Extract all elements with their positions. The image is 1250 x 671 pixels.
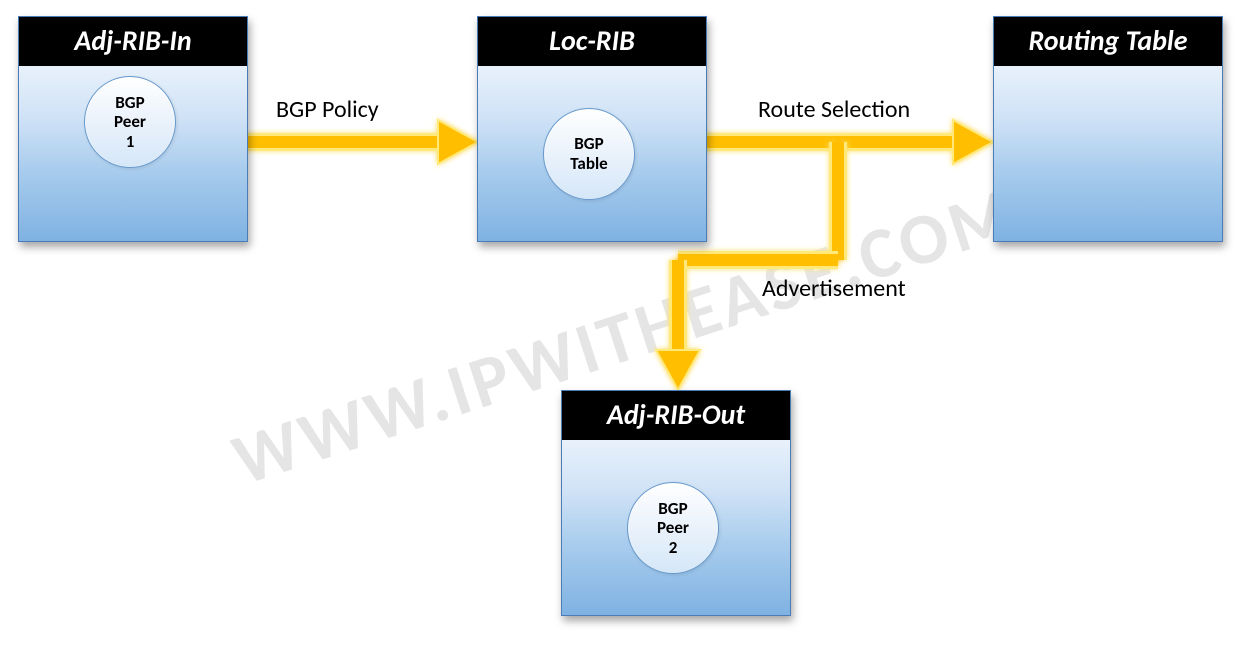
circle-line: Peer (114, 112, 146, 132)
circle-line: 2 (669, 538, 678, 558)
box-title-routing-table: Routing Table (994, 17, 1222, 66)
label-bgp-policy: BGP Policy (276, 95, 379, 124)
box-title-loc-rib: Loc-RIB (478, 17, 706, 66)
arrow-route-selection (700, 120, 993, 164)
label-route-selection: Route Selection (758, 95, 910, 124)
circle-bgp-table: BGP Table (543, 108, 635, 200)
circle-line: Peer (657, 518, 689, 538)
circle-line: BGP (574, 134, 603, 154)
box-body-loc-rib: BGP Table (478, 66, 706, 241)
circle-line: BGP (658, 499, 687, 519)
circle-bgp-peer-2: BGP Peer 2 (627, 482, 719, 574)
box-body-routing-table (994, 66, 1222, 241)
box-body-adj-rib-out: BGP Peer 2 (562, 440, 790, 615)
box-routing-table: Routing Table (993, 16, 1223, 242)
label-advertisement: Advertisement (762, 274, 906, 303)
box-title-adj-rib-in: Adj-RIB-In (19, 17, 247, 66)
box-title-adj-rib-out: Adj-RIB-Out (562, 391, 790, 440)
box-adj-rib-in: Adj-RIB-In BGP Peer 1 (18, 16, 248, 242)
box-adj-rib-out: Adj-RIB-Out BGP Peer 2 (561, 390, 791, 616)
circle-line: BGP (115, 93, 144, 113)
box-loc-rib: Loc-RIB BGP Table (477, 16, 707, 242)
circle-bgp-peer-1: BGP Peer 1 (84, 76, 176, 168)
circle-line: 1 (126, 132, 135, 152)
box-body-adj-rib-in: BGP Peer 1 (19, 66, 247, 241)
circle-line: Table (570, 154, 607, 174)
